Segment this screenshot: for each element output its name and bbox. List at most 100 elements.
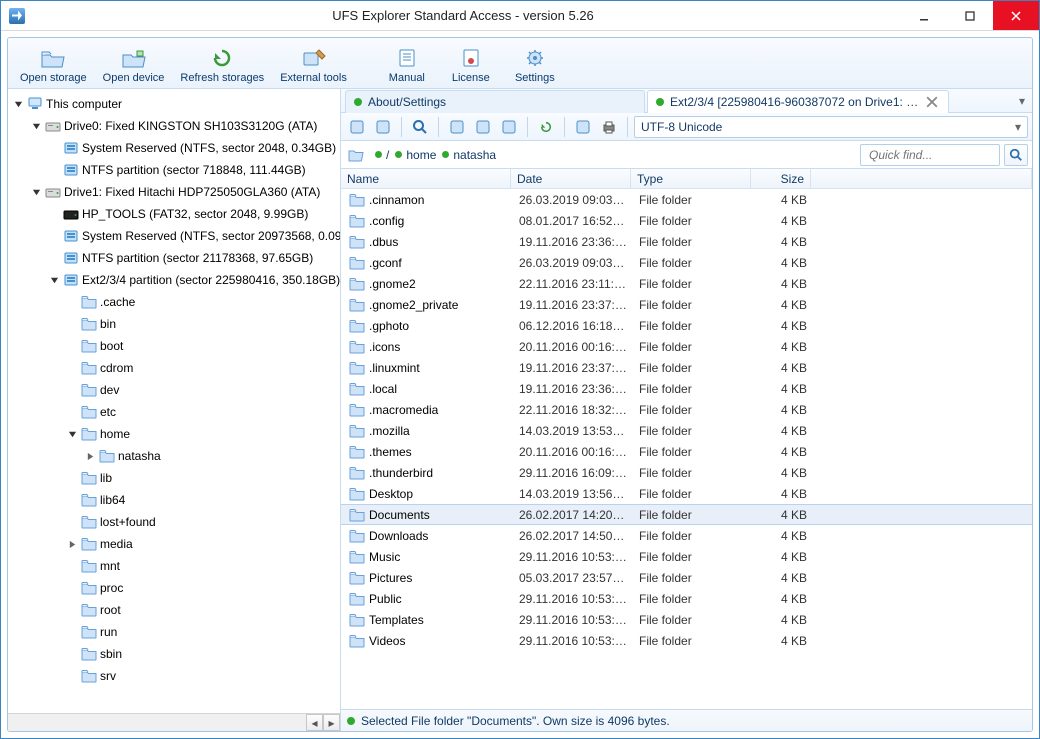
tree-node-folder[interactable]: root <box>66 599 340 621</box>
file-row[interactable]: .gphoto 06.12.2016 16:18:35 File folder … <box>341 315 1032 336</box>
column-header-date[interactable]: Date <box>511 169 631 188</box>
manual-button[interactable]: Manual <box>377 42 437 86</box>
file-row[interactable]: .themes 20.11.2016 00:16:12 File folder … <box>341 441 1032 462</box>
tree-node-folder[interactable]: srv <box>66 665 340 687</box>
breadcrumb-natasha[interactable]: natasha <box>442 148 496 162</box>
file-row[interactable]: Public 29.11.2016 10:53:57 File folder 4… <box>341 588 1032 609</box>
find-button[interactable] <box>408 116 432 138</box>
tab-overflow-button[interactable]: ▾ <box>1012 89 1032 112</box>
expand-icon[interactable] <box>66 538 78 550</box>
tree-horizontal-scrollbar[interactable]: ◂ ▸ <box>8 713 340 731</box>
open-device-button[interactable]: Open device <box>97 42 171 86</box>
tree-node-partition[interactable]: NTFS partition (sector 21178368, 97.65GB… <box>48 247 340 269</box>
tree-node-folder[interactable]: bin <box>66 313 340 335</box>
storage-tree[interactable]: This computer Drive0: Fixed KINGSTON SH1… <box>8 89 340 713</box>
print-button[interactable] <box>597 116 621 138</box>
tree-node-folder[interactable]: natasha <box>84 445 340 467</box>
tree-node-folder[interactable]: home <box>66 423 340 445</box>
action-button-1[interactable] <box>345 116 369 138</box>
tree-node-folder[interactable]: lib64 <box>66 489 340 511</box>
expand-icon[interactable] <box>48 274 60 286</box>
minimize-button[interactable] <box>901 1 947 30</box>
file-row[interactable]: .gnome2 22.11.2016 23:11:29 File folder … <box>341 273 1032 294</box>
file-row[interactable]: .mozilla 14.03.2019 13:53:41 File folder… <box>341 420 1032 441</box>
file-row[interactable]: .dbus 19.11.2016 23:36:45 File folder 4 … <box>341 231 1032 252</box>
tree-node-folder[interactable]: mnt <box>66 555 340 577</box>
tree-node-partition[interactable]: HP_TOOLS (FAT32, sector 2048, 9.99GB) <box>48 203 340 225</box>
tree-node-partition[interactable]: System Reserved (NTFS, sector 2048, 0.34… <box>48 137 340 159</box>
refresh-storages-button[interactable]: Refresh storages <box>174 42 270 86</box>
tree-node-partition-ext[interactable]: Ext2/3/4 partition (sector 225980416, 35… <box>48 269 340 291</box>
file-row[interactable]: Music 29.11.2016 10:53:57 File folder 4 … <box>341 546 1032 567</box>
column-header-name[interactable]: Name <box>341 169 511 188</box>
file-row[interactable]: .linuxmint 19.11.2016 23:37:25 File fold… <box>341 357 1032 378</box>
file-row[interactable]: .local 19.11.2016 23:36:47 File folder 4… <box>341 378 1032 399</box>
tree-node-this-computer[interactable]: This computer <box>12 93 340 115</box>
refresh-view-button[interactable] <box>534 116 558 138</box>
tree-label: natasha <box>118 449 161 463</box>
tree-node-folder[interactable]: media <box>66 533 340 555</box>
expand-icon[interactable] <box>30 186 42 198</box>
file-row[interactable]: .thunderbird 29.11.2016 16:09:33 File fo… <box>341 462 1032 483</box>
settings-button[interactable]: Settings <box>505 42 565 86</box>
file-size-cell: 4 KB <box>753 634 813 648</box>
tab-partition[interactable]: Ext2/3/4 [225980416-960387072 on Drive1:… <box>647 90 949 113</box>
license-button[interactable]: License <box>441 42 501 86</box>
breadcrumb-root[interactable]: / <box>375 148 389 162</box>
file-size-cell: 4 KB <box>753 571 813 585</box>
tab-about-settings[interactable]: About/Settings <box>345 90 645 113</box>
tree-node-folder[interactable]: boot <box>66 335 340 357</box>
tree-node-folder[interactable]: etc <box>66 401 340 423</box>
tree-node-folder[interactable]: run <box>66 621 340 643</box>
tree-node-folder[interactable]: .cache <box>66 291 340 313</box>
tree-node-drive1[interactable]: Drive1: Fixed Hitachi HDP725050GLA360 (A… <box>30 181 340 203</box>
expand-icon[interactable] <box>66 428 78 440</box>
file-row[interactable]: .gnome2_private 19.11.2016 23:37:36 File… <box>341 294 1032 315</box>
path-root-button[interactable] <box>345 144 367 166</box>
view-button-3[interactable] <box>497 116 521 138</box>
file-row[interactable]: .config 08.01.2017 16:52:28 File folder … <box>341 210 1032 231</box>
column-header-size[interactable]: Size <box>751 169 811 188</box>
file-row[interactable]: .cinnamon 26.03.2019 09:03:59 File folde… <box>341 189 1032 210</box>
file-row[interactable]: .gconf 26.03.2019 09:03:55 File folder 4… <box>341 252 1032 273</box>
file-row[interactable]: Documents 26.02.2017 14:20:11 File folde… <box>341 504 1032 525</box>
file-row[interactable]: Templates 29.11.2016 10:53:57 File folde… <box>341 609 1032 630</box>
tree-node-folder[interactable]: lost+found <box>66 511 340 533</box>
scroll-left-button[interactable]: ◂ <box>306 714 323 731</box>
file-row[interactable]: Pictures 05.03.2017 23:57:38 File folder… <box>341 567 1032 588</box>
view-button-2[interactable] <box>471 116 495 138</box>
file-row[interactable]: .icons 20.11.2016 00:16:12 File folder 4… <box>341 336 1032 357</box>
file-name: Documents <box>369 508 430 522</box>
file-date-cell: 19.11.2016 23:37:36 <box>513 298 633 312</box>
tree-node-folder[interactable]: dev <box>66 379 340 401</box>
save-button[interactable] <box>571 116 595 138</box>
tree-node-folder[interactable]: cdrom <box>66 357 340 379</box>
column-header-type[interactable]: Type <box>631 169 751 188</box>
expand-icon[interactable] <box>12 98 24 110</box>
file-row[interactable]: .macromedia 22.11.2016 18:32:19 File fol… <box>341 399 1032 420</box>
quick-find-search-button[interactable] <box>1004 144 1028 166</box>
file-row[interactable]: Videos 29.11.2016 10:53:57 File folder 4… <box>341 630 1032 651</box>
tree-node-partition[interactable]: NTFS partition (sector 718848, 111.44GB) <box>48 159 340 181</box>
tab-close-button[interactable] <box>926 96 938 108</box>
encoding-select[interactable]: UTF-8 Unicode ▾ <box>634 116 1028 138</box>
file-row[interactable]: Desktop 14.03.2019 13:56:00 File folder … <box>341 483 1032 504</box>
tree-node-drive0[interactable]: Drive0: Fixed KINGSTON SH103S3120G (ATA) <box>30 115 340 137</box>
scroll-right-button[interactable]: ▸ <box>323 714 340 731</box>
partition-icon <box>63 250 79 266</box>
file-list-body[interactable]: .cinnamon 26.03.2019 09:03:59 File folde… <box>341 189 1032 709</box>
expand-icon[interactable] <box>84 450 96 462</box>
tree-node-folder[interactable]: sbin <box>66 643 340 665</box>
expand-icon[interactable] <box>30 120 42 132</box>
tree-node-folder[interactable]: lib <box>66 467 340 489</box>
tree-node-partition[interactable]: System Reserved (NTFS, sector 20973568, … <box>48 225 340 247</box>
tree-node-folder[interactable]: proc <box>66 577 340 599</box>
action-button-2[interactable] <box>371 116 395 138</box>
breadcrumb-home[interactable]: home <box>395 148 436 162</box>
external-tools-button[interactable]: External tools <box>274 42 353 86</box>
close-button[interactable] <box>993 1 1039 30</box>
view-button-1[interactable] <box>445 116 469 138</box>
maximize-button[interactable] <box>947 1 993 30</box>
file-row[interactable]: Downloads 26.02.2017 14:50:57 File folde… <box>341 525 1032 546</box>
open-storage-button[interactable]: Open storage <box>14 42 93 86</box>
